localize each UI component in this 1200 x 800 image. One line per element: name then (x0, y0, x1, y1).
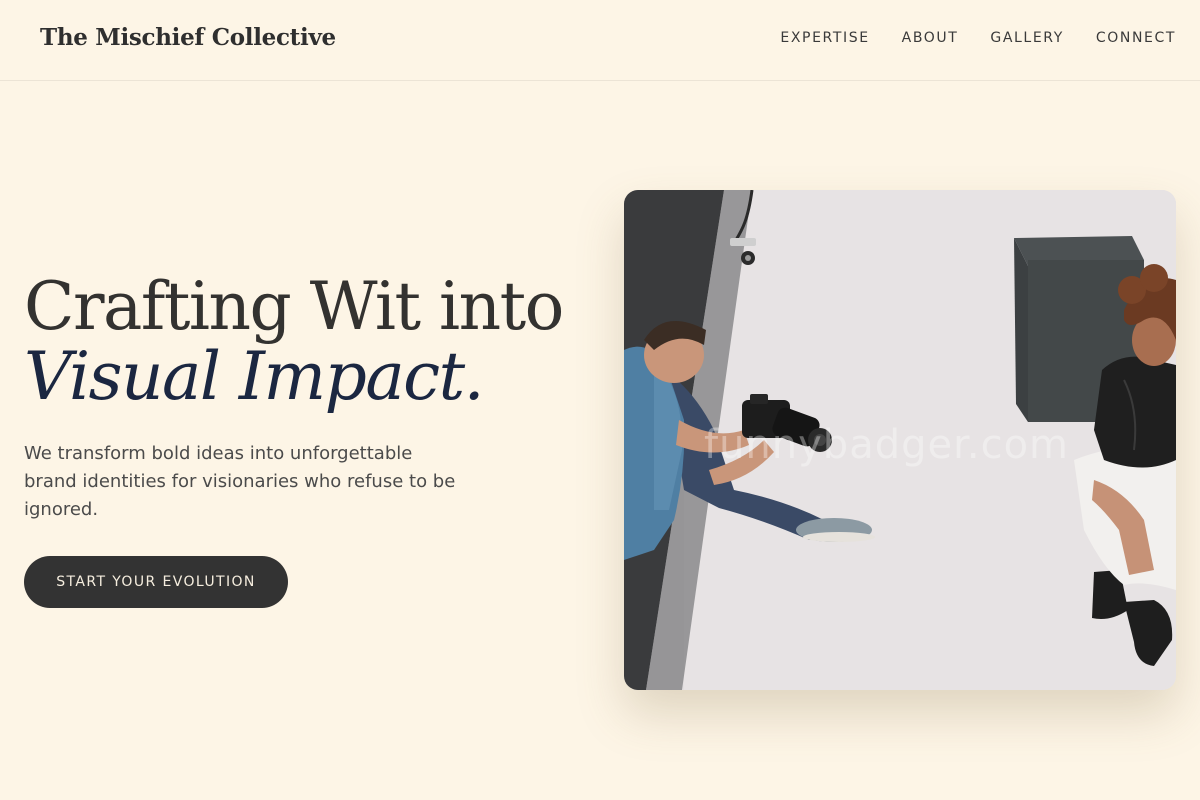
image-watermark: funnybadger.com (704, 422, 1070, 468)
hero-subtitle: We transform bold ideas into unforgettab… (24, 443, 456, 520)
hero-heading-line-1: Crafting Wit into (24, 268, 564, 345)
hero-photo: funnybadger.com (624, 190, 1176, 690)
nav-link-connect[interactable]: CONNECT (1096, 30, 1176, 46)
nav-link-expertise[interactable]: EXPERTISE (780, 30, 869, 46)
hero-heading-line-2: Visual Impact. (24, 338, 485, 415)
start-evolution-button[interactable]: START YOUR EVOLUTION (24, 556, 288, 608)
hero-heading: Crafting Wit into Visual Impact. (24, 268, 564, 415)
page: The Mischief Collective EXPERTISE ABOUT … (0, 0, 1200, 800)
main-nav: EXPERTISE ABOUT GALLERY CONNECT (780, 30, 1176, 46)
nav-link-about[interactable]: ABOUT (902, 30, 959, 46)
site-logo[interactable]: The Mischief Collective (40, 24, 336, 51)
site-header: The Mischief Collective EXPERTISE ABOUT … (0, 0, 1200, 81)
nav-link-gallery[interactable]: GALLERY (990, 30, 1063, 46)
